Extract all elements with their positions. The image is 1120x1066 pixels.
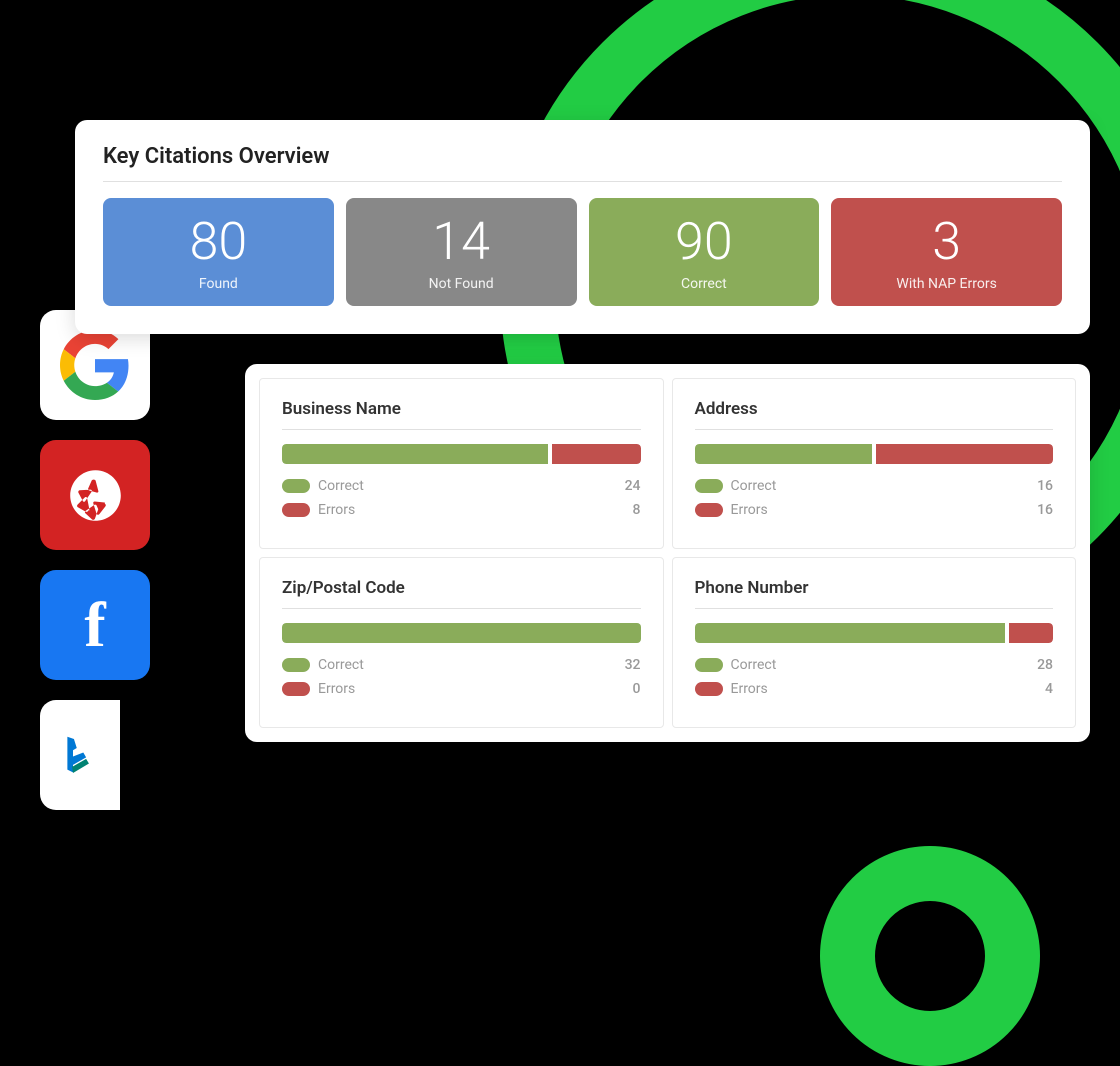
- errors-label: Errors: [731, 502, 1030, 518]
- zip-correct-bar: [282, 623, 641, 643]
- nap-section-address: Address Correct 16 Errors 16: [672, 378, 1077, 549]
- address-errors-bar: [876, 444, 1053, 464]
- phone-title: Phone Number: [695, 578, 1054, 609]
- stat-correct: 90 Correct: [589, 198, 820, 306]
- errors-value: 0: [633, 681, 641, 697]
- zip-correct-legend: Correct 32: [282, 657, 641, 673]
- stats-row: 80 Found 14 Not Found 90 Correct 3 With …: [103, 198, 1062, 306]
- correct-label: Correct: [731, 478, 1030, 494]
- correct-dot: [695, 658, 723, 672]
- correct-dot: [282, 479, 310, 493]
- correct-label: Correct: [731, 657, 1030, 673]
- stat-not-found-number: 14: [358, 216, 565, 268]
- phone-errors-bar: [1009, 623, 1053, 643]
- correct-dot: [695, 479, 723, 493]
- stat-correct-number: 90: [601, 216, 808, 268]
- stat-found-label: Found: [115, 276, 322, 292]
- stat-not-found: 14 Not Found: [346, 198, 577, 306]
- correct-dot: [282, 658, 310, 672]
- errors-dot: [695, 682, 723, 696]
- errors-dot: [695, 503, 723, 517]
- address-correct-legend: Correct 16: [695, 478, 1054, 494]
- stat-nap-errors-number: 3: [843, 216, 1050, 268]
- errors-dot: [282, 682, 310, 696]
- errors-label: Errors: [318, 502, 625, 518]
- stat-found: 80 Found: [103, 198, 334, 306]
- correct-value: 16: [1037, 478, 1053, 494]
- phone-correct-bar: [695, 623, 1005, 643]
- errors-value: 16: [1037, 502, 1053, 518]
- citations-overview-card: Key Citations Overview 80 Found 14 Not F…: [75, 120, 1090, 334]
- stat-found-number: 80: [115, 216, 322, 268]
- address-errors-legend: Errors 16: [695, 502, 1054, 518]
- business-name-title: Business Name: [282, 399, 641, 430]
- errors-value: 4: [1045, 681, 1053, 697]
- stat-nap-errors-label: With NAP Errors: [843, 276, 1050, 292]
- errors-dot: [282, 503, 310, 517]
- business-name-bar: [282, 444, 641, 464]
- stat-nap-errors: 3 With NAP Errors: [831, 198, 1062, 306]
- stat-correct-label: Correct: [601, 276, 808, 292]
- nap-section-phone: Phone Number Correct 28 Errors 4: [672, 557, 1077, 728]
- zip-title: Zip/Postal Code: [282, 578, 641, 609]
- stat-not-found-label: Not Found: [358, 276, 565, 292]
- phone-correct-legend: Correct 28: [695, 657, 1054, 673]
- nap-details-card: Business Name Correct 24 Errors 8 Addres…: [245, 364, 1090, 742]
- business-name-correct-bar: [282, 444, 548, 464]
- business-name-errors-bar: [552, 444, 641, 464]
- phone-bar: [695, 623, 1054, 643]
- correct-value: 24: [625, 478, 641, 494]
- address-bar: [695, 444, 1054, 464]
- business-name-errors-legend: Errors 8: [282, 502, 641, 518]
- correct-label: Correct: [318, 657, 617, 673]
- phone-errors-legend: Errors 4: [695, 681, 1054, 697]
- errors-value: 8: [633, 502, 641, 518]
- correct-value: 32: [625, 657, 641, 673]
- business-name-correct-legend: Correct 24: [282, 478, 641, 494]
- correct-label: Correct: [318, 478, 617, 494]
- errors-label: Errors: [731, 681, 1038, 697]
- zip-bar: [282, 623, 641, 643]
- nap-section-business-name: Business Name Correct 24 Errors 8: [259, 378, 664, 549]
- address-title: Address: [695, 399, 1054, 430]
- citations-title: Key Citations Overview: [103, 144, 1062, 182]
- nap-section-zip: Zip/Postal Code Correct 32 Errors 0: [259, 557, 664, 728]
- zip-errors-legend: Errors 0: [282, 681, 641, 697]
- main-content: Key Citations Overview 80 Found 14 Not F…: [75, 120, 1090, 742]
- correct-value: 28: [1037, 657, 1053, 673]
- address-correct-bar: [695, 444, 872, 464]
- errors-label: Errors: [318, 681, 625, 697]
- green-bottom-arc: [820, 846, 1040, 1066]
